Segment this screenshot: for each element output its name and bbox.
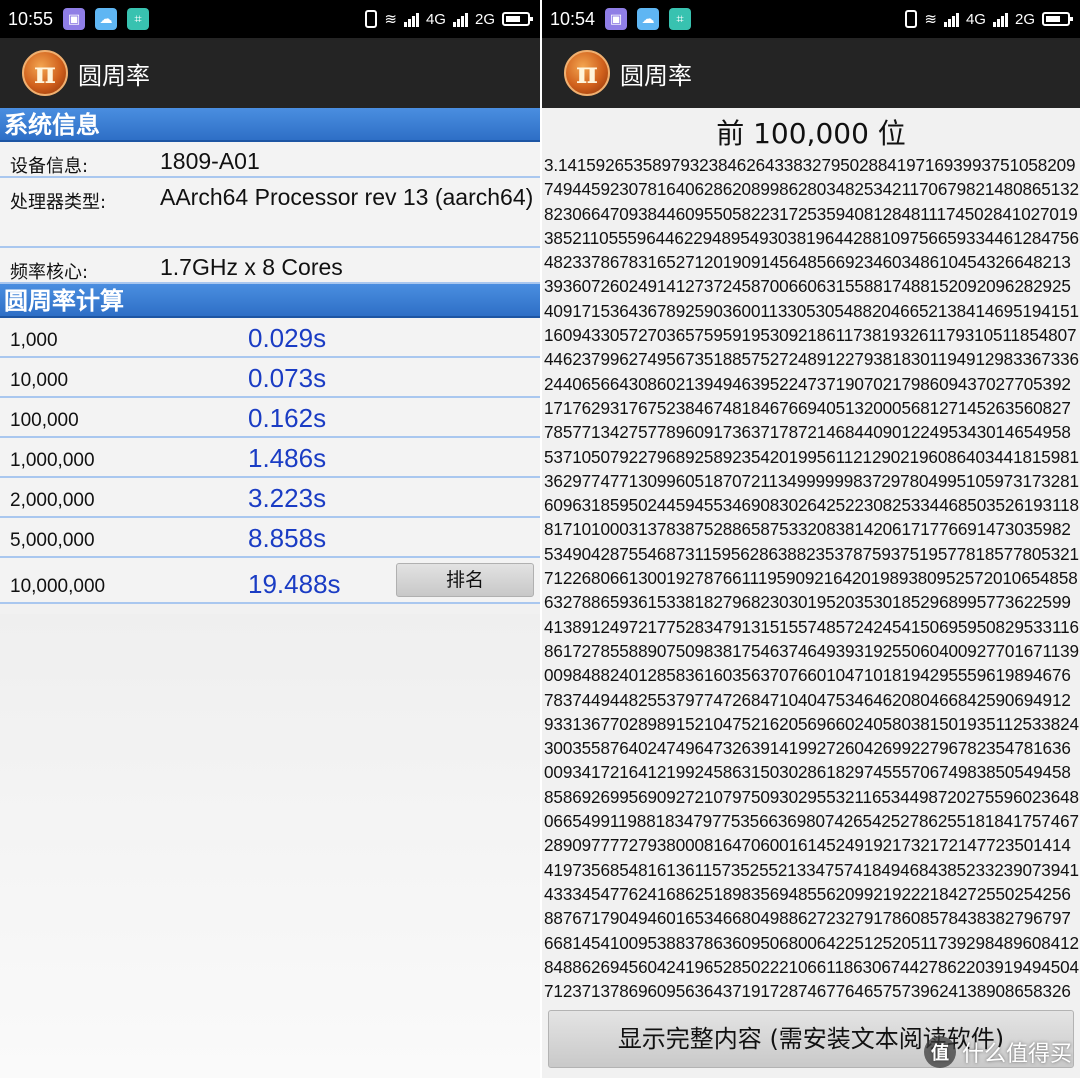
rank-button[interactable]: 排名 <box>396 563 534 597</box>
calc-row: 100,000 0.162s <box>0 398 540 438</box>
calc-digits: 1,000 <box>10 330 58 351</box>
signal-icon <box>943 11 959 27</box>
wifi-icon: ≋ <box>384 11 397 28</box>
calc-row: 1,000 0.029s <box>0 318 540 358</box>
calc-time: 0.073s <box>248 363 327 393</box>
screenshot-icon: ⌗ <box>669 8 692 30</box>
wifi-icon: ≋ <box>924 11 937 28</box>
digits-title: 前 100,000 位 <box>716 117 906 150</box>
processor-type-row: 处理器类型: AArch64 Processor rev 13 (aarch64… <box>0 178 540 248</box>
device-info-row: 设备信息: 1809-A01 <box>0 142 540 178</box>
app-bar: π 圆周率 <box>0 38 540 108</box>
calc-digits: 1,000,000 <box>10 450 95 471</box>
right-screen: 10:54 ▣ ☁ ⌗ ≋ 4G 2G π 圆周率 前 100,000 位 3.… <box>542 0 1080 1078</box>
network-2g-label: 2G <box>1014 10 1035 28</box>
vibrate-icon <box>365 10 378 28</box>
watermark-text: 什么值得买 <box>961 1042 1072 1067</box>
status-time: 10:54 <box>550 8 596 29</box>
watermark: 值 什么值得买 <box>923 1036 1072 1068</box>
pi-calc-header: 圆周率计算 <box>0 284 540 318</box>
status-bar: 10:54 ▣ ☁ ⌗ ≋ 4G 2G <box>542 0 1080 38</box>
calc-time: 0.029s <box>248 323 327 353</box>
calc-time: 8.858s <box>248 523 327 553</box>
screenshot-icon: ⌗ <box>127 8 150 30</box>
notification-app-icon: ▣ <box>605 8 628 30</box>
weather-icon: ☁ <box>637 8 660 30</box>
pi-logo-icon: π <box>22 50 68 96</box>
network-4g-label: 4G <box>965 10 986 28</box>
battery-icon <box>502 12 533 26</box>
calc-row: 2,000,000 3.223s <box>0 478 540 518</box>
calc-time: 0.162s <box>248 403 327 433</box>
calc-row: 1,000,000 1.486s <box>0 438 540 478</box>
app-title: 圆周率 <box>620 61 692 90</box>
watermark-logo-icon: 值 <box>923 1036 956 1068</box>
processor-type-label: 处理器类型: <box>10 192 107 213</box>
calc-digits: 10,000,000 <box>10 576 106 597</box>
network-2g-label: 2G <box>474 10 495 28</box>
calc-row: 10,000 0.073s <box>0 358 540 398</box>
calc-digits: 10,000 <box>10 370 69 391</box>
calc-row: 5,000,000 8.858s <box>0 518 540 558</box>
calc-time: 3.223s <box>248 483 327 513</box>
calc-digits: 100,000 <box>10 410 79 431</box>
app-bar: π 圆周率 <box>542 38 1080 108</box>
frequency-cores-row: 频率核心: 1.7GHz x 8 Cores <box>0 248 540 284</box>
calc-time: 1.486s <box>248 443 327 473</box>
signal-icon <box>403 11 419 27</box>
weather-icon: ☁ <box>95 8 118 30</box>
frequency-cores-label: 频率核心: <box>10 262 89 283</box>
status-bar: 10:55 ▣ ☁ ⌗ ≋ 4G 2G <box>0 0 540 38</box>
calc-digits: 2,000,000 <box>10 490 95 511</box>
vibrate-icon <box>905 10 918 28</box>
battery-icon <box>1042 12 1073 26</box>
pi-logo-icon: π <box>564 50 610 96</box>
app-title: 圆周率 <box>78 61 150 90</box>
device-info-label: 设备信息: <box>10 156 89 177</box>
device-info-value: 1809-A01 <box>160 148 260 174</box>
notification-app-icon: ▣ <box>63 8 86 30</box>
pi-digits-text: 3.14159265358979323846264338327950288419… <box>544 156 1079 1000</box>
empty-area <box>0 614 540 1078</box>
network-4g-label: 4G <box>425 10 446 28</box>
calc-digits: 5,000,000 <box>10 530 95 551</box>
status-time: 10:55 <box>8 8 54 29</box>
calc-time: 19.488s <box>248 569 341 599</box>
processor-type-value: AArch64 Processor rev 13 (aarch64) <box>160 184 534 210</box>
left-screen: 10:55 ▣ ☁ ⌗ ≋ 4G 2G π 圆周率 系统信息 设备信息: 180… <box>0 0 540 1078</box>
signal-icon-2 <box>992 11 1008 27</box>
system-info-header: 系统信息 <box>0 108 540 142</box>
calc-row: 10,000,000 19.488s 排名 <box>0 558 540 604</box>
signal-icon-2 <box>452 11 468 27</box>
frequency-cores-value: 1.7GHz x 8 Cores <box>160 254 343 280</box>
